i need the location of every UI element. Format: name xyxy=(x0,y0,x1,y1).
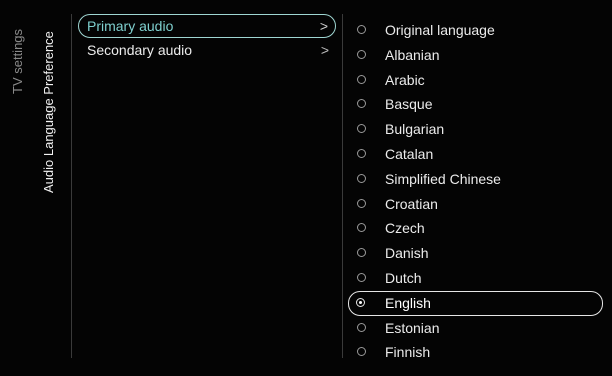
radio-icon[interactable] xyxy=(357,173,366,183)
divider xyxy=(71,14,72,358)
language-option-label: Finnish xyxy=(385,344,431,361)
language-option[interactable]: Simplified Chinese xyxy=(348,167,603,192)
menu-item-label: Secondary audio xyxy=(87,42,193,58)
language-option[interactable]: Finnish xyxy=(348,340,603,365)
divider xyxy=(342,14,343,358)
language-option-label: Original language xyxy=(385,22,495,38)
radio-icon[interactable] xyxy=(357,148,366,158)
chevron-right-icon: > xyxy=(320,42,329,58)
language-option-label: Danish xyxy=(385,245,429,262)
language-option-label: Basque xyxy=(385,96,433,113)
radio-icon[interactable] xyxy=(357,198,366,208)
radio-icon[interactable] xyxy=(357,124,366,134)
language-option[interactable]: English xyxy=(348,290,603,316)
language-option[interactable]: Catalan xyxy=(348,142,603,167)
language-option[interactable]: Danish xyxy=(348,241,603,266)
language-option[interactable]: Estonian xyxy=(348,316,603,341)
menu-item-secondary-audio[interactable]: Secondary audio > xyxy=(78,39,336,63)
language-option-label: Arabic xyxy=(385,71,425,88)
language-option[interactable]: Dutch xyxy=(348,266,603,291)
breadcrumb-tv-settings[interactable]: TV settings xyxy=(10,29,25,94)
language-options-list: Original language Albanian Arabic Basque Bul… xyxy=(348,18,603,365)
page-title: Audio Language Preference xyxy=(41,31,56,193)
audio-menu: Primary audio > Secondary audio > xyxy=(78,14,336,64)
language-option-label: Croatian xyxy=(385,195,438,212)
language-option-label: Simplified Chinese xyxy=(385,170,501,187)
language-option-label: Bulgarian xyxy=(385,121,445,138)
radio-icon[interactable] xyxy=(357,347,366,357)
language-option[interactable]: Arabic xyxy=(348,68,603,93)
language-option-label: Catalan xyxy=(385,145,434,162)
language-option[interactable]: Croatian xyxy=(348,192,603,217)
language-option-label: Estonian xyxy=(385,319,440,336)
radio-icon[interactable] xyxy=(357,74,366,84)
menu-item-primary-audio[interactable]: Primary audio > xyxy=(78,14,336,38)
language-option[interactable]: Basque xyxy=(348,92,603,117)
menu-item-label: Primary audio xyxy=(87,18,174,34)
language-option-label: Albanian xyxy=(385,46,440,63)
radio-icon[interactable] xyxy=(357,25,366,34)
radio-icon[interactable] xyxy=(357,322,366,332)
language-option-label: Czech xyxy=(385,220,425,237)
radio-icon[interactable] xyxy=(357,223,366,233)
radio-icon[interactable] xyxy=(357,99,366,109)
language-option-label: English xyxy=(385,294,431,311)
language-option[interactable]: Bulgarian xyxy=(348,117,603,142)
language-option[interactable]: Czech xyxy=(348,216,603,241)
language-option[interactable]: Original language xyxy=(348,18,603,43)
language-option-label: Dutch xyxy=(385,269,422,286)
radio-icon[interactable] xyxy=(357,248,366,258)
language-option[interactable]: Albanian xyxy=(348,43,603,68)
radio-icon[interactable] xyxy=(357,49,366,59)
chevron-right-icon: > xyxy=(319,18,328,34)
radio-icon[interactable] xyxy=(357,272,366,282)
radio-checked-icon[interactable] xyxy=(356,297,365,307)
